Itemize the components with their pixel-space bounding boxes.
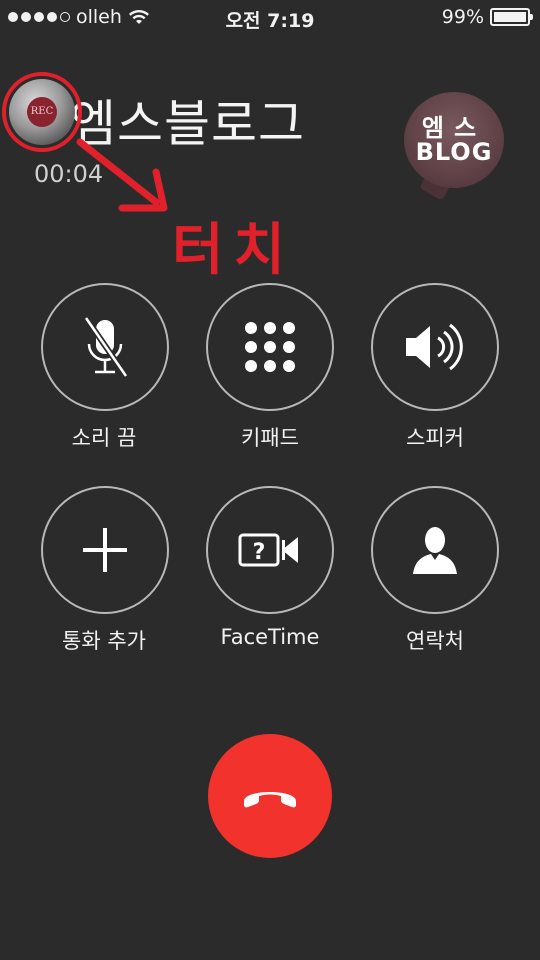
hangup-icon [244, 792, 296, 808]
add-call-button[interactable] [41, 486, 169, 614]
blog-logo-line2: BLOG [415, 138, 493, 166]
add-call-label: 통화 추가 [62, 629, 146, 653]
keypad-button[interactable] [206, 283, 334, 411]
facetime-button[interactable]: ? [206, 486, 334, 614]
blog-logo: 엠스 BLOG [404, 92, 504, 201]
speaker-label: 스피커 [406, 426, 464, 450]
contact-icon [413, 527, 457, 574]
battery-icon [490, 8, 533, 26]
mute-mic-icon [83, 316, 129, 378]
contacts-label: 연락처 [406, 629, 464, 653]
plus-icon [83, 528, 127, 572]
arrow-annotation-icon [76, 138, 168, 212]
battery-percent: 99% [441, 6, 484, 28]
status-bar: olleh 오전 7:19 99% [0, 0, 540, 36]
keypad-icon [245, 322, 295, 372]
facetime-label: FaceTime [220, 625, 320, 649]
keypad-label: 키패드 [241, 426, 299, 450]
battery-area: 99% [441, 6, 533, 28]
facetime-icon: ? [238, 533, 298, 567]
mute-label: 소리 끔 [71, 426, 137, 450]
end-call-button[interactable] [208, 734, 332, 858]
svg-text:?: ? [253, 540, 266, 565]
speaker-icon [406, 323, 463, 371]
mute-button[interactable] [41, 283, 169, 411]
speaker-button[interactable] [371, 283, 499, 411]
touch-annotation: 터치 [172, 218, 296, 283]
contacts-button[interactable] [371, 486, 499, 614]
